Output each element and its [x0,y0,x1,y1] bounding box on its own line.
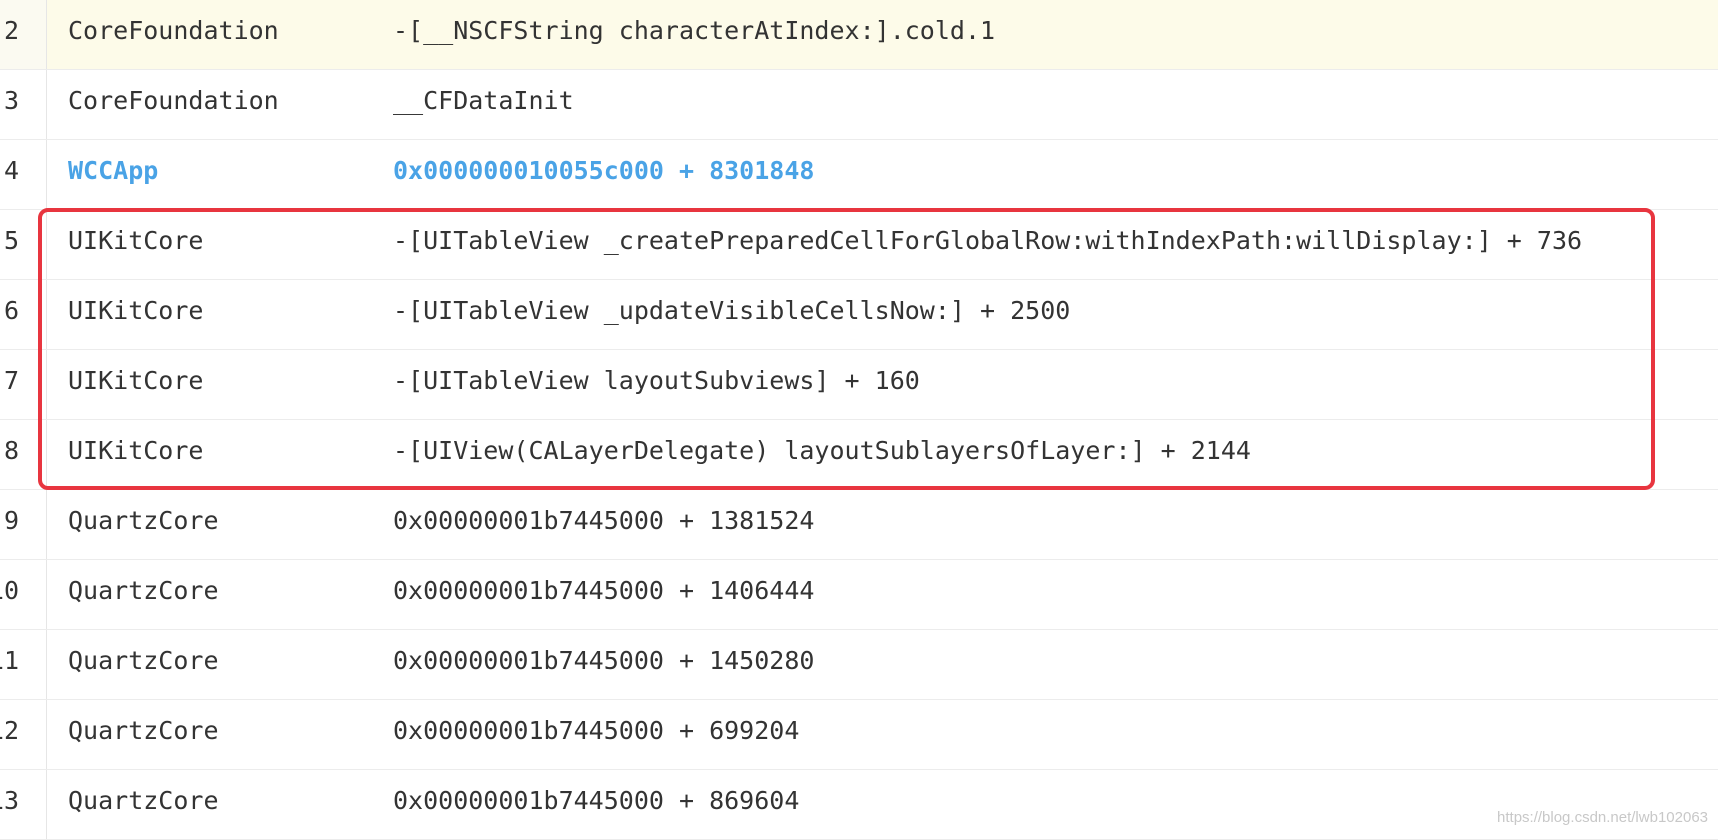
symbol-name: -[__NSCFString characterAtIndex:].cold.1 [393,16,996,45]
module-name: QuartzCore [68,716,219,745]
module-name: CoreFoundation [68,16,279,45]
line-gutter: 7 [0,350,47,419]
table-row[interactable]: 5 UIKitCore -[UITableView _createPrepare… [0,210,1718,280]
module-name: QuartzCore [68,506,219,535]
symbol-name: __CFDataInit [393,86,574,115]
line-number: 2 [3,16,19,45]
symbol-name: -[UITableView _updateVisibleCellsNow:] +… [393,296,1071,325]
symbol-name: -[UITableView layoutSubviews] + 160 [393,366,920,395]
table-row[interactable]: 6 UIKitCore -[UITableView _updateVisible… [0,280,1718,350]
line-gutter: 3 [0,70,47,139]
line-gutter: 9 [0,490,47,559]
table-row[interactable]: 12 QuartzCore 0x00000001b7445000 + 69920… [0,700,1718,770]
line-gutter: 6 [0,280,47,349]
line-number: 12 [0,716,19,745]
line-number: 13 [0,786,19,815]
table-row[interactable]: 2 CoreFoundation -[__NSCFString characte… [0,0,1718,70]
module-name: QuartzCore [68,576,219,605]
symbol-name: 0x00000001b7445000 + 869604 [393,786,800,815]
line-number: 5 [3,226,19,255]
module-name: UIKitCore [68,436,204,465]
symbol-name: -[UIView(CALayerDelegate) layoutSublayer… [393,436,1251,465]
line-gutter: 5 [0,210,47,279]
table-row[interactable]: 8 UIKitCore -[UIView(CALayerDelegate) la… [0,420,1718,490]
line-number: 11 [0,646,19,675]
table-row[interactable]: 13 QuartzCore 0x00000001b7445000 + 86960… [0,770,1718,840]
table-row[interactable]: 7 UIKitCore -[UITableView layoutSubviews… [0,350,1718,420]
line-gutter: 12 [0,700,47,769]
line-number: 3 [3,86,19,115]
table-row-app-frame[interactable]: 4 WCCApp 0x000000010055c000 + 8301848 [0,140,1718,210]
table-row[interactable]: 9 QuartzCore 0x00000001b7445000 + 138152… [0,490,1718,560]
watermark: https://blog.csdn.net/lwb102063 [1497,809,1708,826]
line-gutter: 10 [0,560,47,629]
line-number: 6 [3,296,19,325]
symbol-name: 0x000000010055c000 + 8301848 [393,156,815,185]
line-gutter: 13 [0,770,47,839]
symbol-name: -[UITableView _createPreparedCellForGlob… [393,226,1583,255]
module-name: WCCApp [68,156,159,185]
module-name: CoreFoundation [68,86,279,115]
line-gutter: 8 [0,420,47,489]
module-name: UIKitCore [68,366,204,395]
line-gutter: 11 [0,630,47,699]
table-row[interactable]: 3 CoreFoundation __CFDataInit [0,70,1718,140]
line-number: 4 [3,156,19,185]
line-number: 10 [0,576,19,605]
line-number: 9 [3,506,19,535]
line-gutter: 4 [0,140,47,209]
line-number: 8 [3,436,19,465]
module-name: QuartzCore [68,786,219,815]
symbol-name: 0x00000001b7445000 + 1450280 [393,646,815,675]
stack-trace-table: 2 CoreFoundation -[__NSCFString characte… [0,0,1718,840]
symbol-name: 0x00000001b7445000 + 699204 [393,716,800,745]
table-row[interactable]: 10 QuartzCore 0x00000001b7445000 + 14064… [0,560,1718,630]
module-name: UIKitCore [68,226,204,255]
symbol-name: 0x00000001b7445000 + 1406444 [393,576,815,605]
module-name: QuartzCore [68,646,219,675]
line-gutter: 2 [0,0,47,69]
module-name: UIKitCore [68,296,204,325]
table-row[interactable]: 11 QuartzCore 0x00000001b7445000 + 14502… [0,630,1718,700]
symbol-name: 0x00000001b7445000 + 1381524 [393,506,815,535]
line-number: 7 [3,366,19,395]
